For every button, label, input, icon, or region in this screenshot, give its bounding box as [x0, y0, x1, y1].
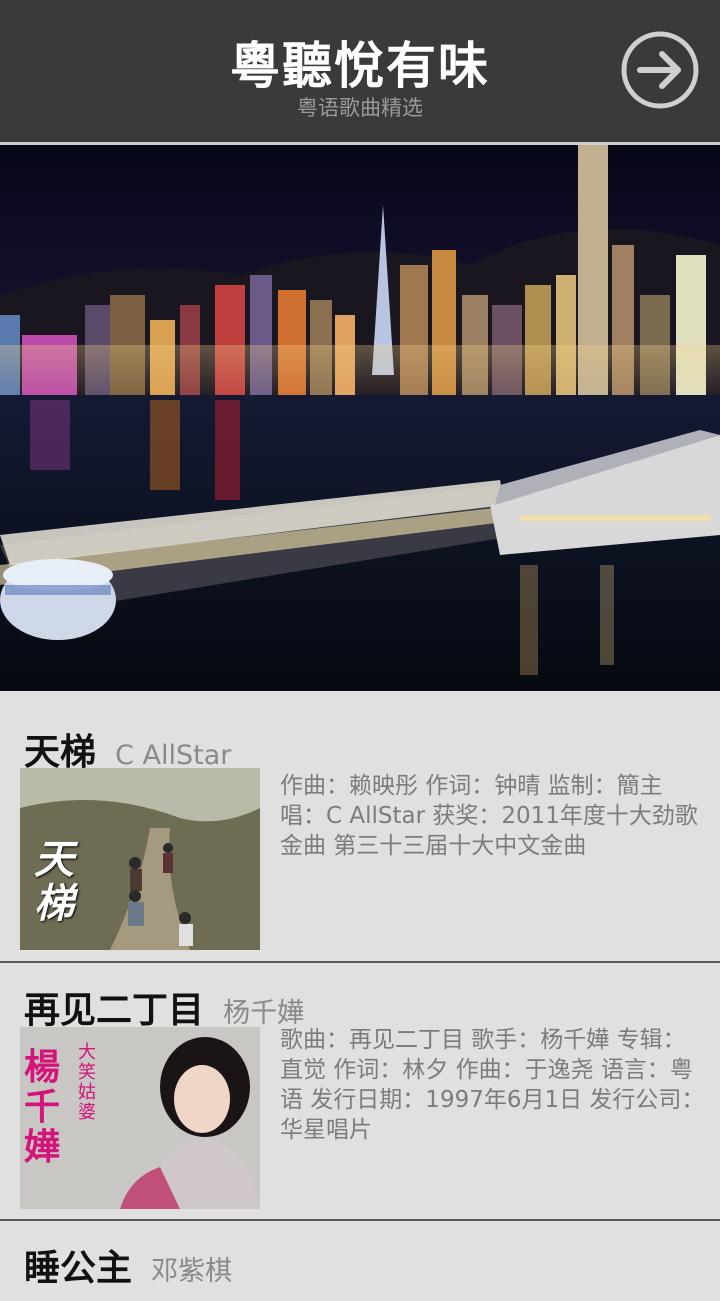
- arrow-right-circle-icon[interactable]: [620, 30, 700, 110]
- song-title: 睡公主: [24, 1248, 133, 1289]
- song-artist: 邓紫棋: [151, 1256, 233, 1287]
- thumbnail-album-name: 大笑姑婆: [78, 1042, 96, 1123]
- song-description: 作曲：赖映彤 作词：钟晴 监制：簡主唱：C AllStar 获奖：2011年度十…: [280, 773, 698, 859]
- list-item[interactable]: 天梯 C AllStar 天梯 作曲：赖映彤 作词：钟晴 监制：簡主唱：C Al…: [0, 691, 720, 963]
- thumbnail-artist-name: 楊千嬅: [24, 1046, 61, 1168]
- app-header: 粵聽悅有味 粤语歌曲精选: [0, 0, 720, 142]
- song-artist: C AllStar: [115, 740, 232, 771]
- thumbnail-calligraphy: 天梯: [34, 836, 74, 927]
- song-title-row: 睡公主 邓紫棋: [24, 1239, 232, 1291]
- song-thumbnail[interactable]: 天梯: [20, 768, 260, 950]
- app-subtitle: 粤语歌曲精选: [297, 96, 423, 120]
- song-title-row: 再见二丁目 杨千嬅: [24, 981, 304, 1033]
- list-item[interactable]: 睡公主 邓紫棋: [0, 1221, 720, 1301]
- list-item[interactable]: 再见二丁目 杨千嬅 楊千嬅 大笑姑婆 歌曲：再见二丁目 歌手：杨千嬅 专辑：直觉…: [0, 963, 720, 1221]
- song-title: 天梯: [24, 732, 97, 773]
- app-title: 粵聽悅有味: [230, 37, 490, 95]
- song-description: 歌曲：再见二丁目 歌手：杨千嬅 专辑：直觉 作词：林夕 作曲：于逸尧 语言：粤语…: [280, 1027, 705, 1143]
- song-thumbnail[interactable]: 楊千嬅 大笑姑婆: [20, 1027, 260, 1209]
- song-title: 再见二丁目: [24, 990, 205, 1031]
- banner-image[interactable]: [0, 145, 720, 691]
- song-list: 天梯 C AllStar 天梯 作曲：赖映彤 作词：钟晴 监制：簡主唱：C Al…: [0, 691, 720, 1301]
